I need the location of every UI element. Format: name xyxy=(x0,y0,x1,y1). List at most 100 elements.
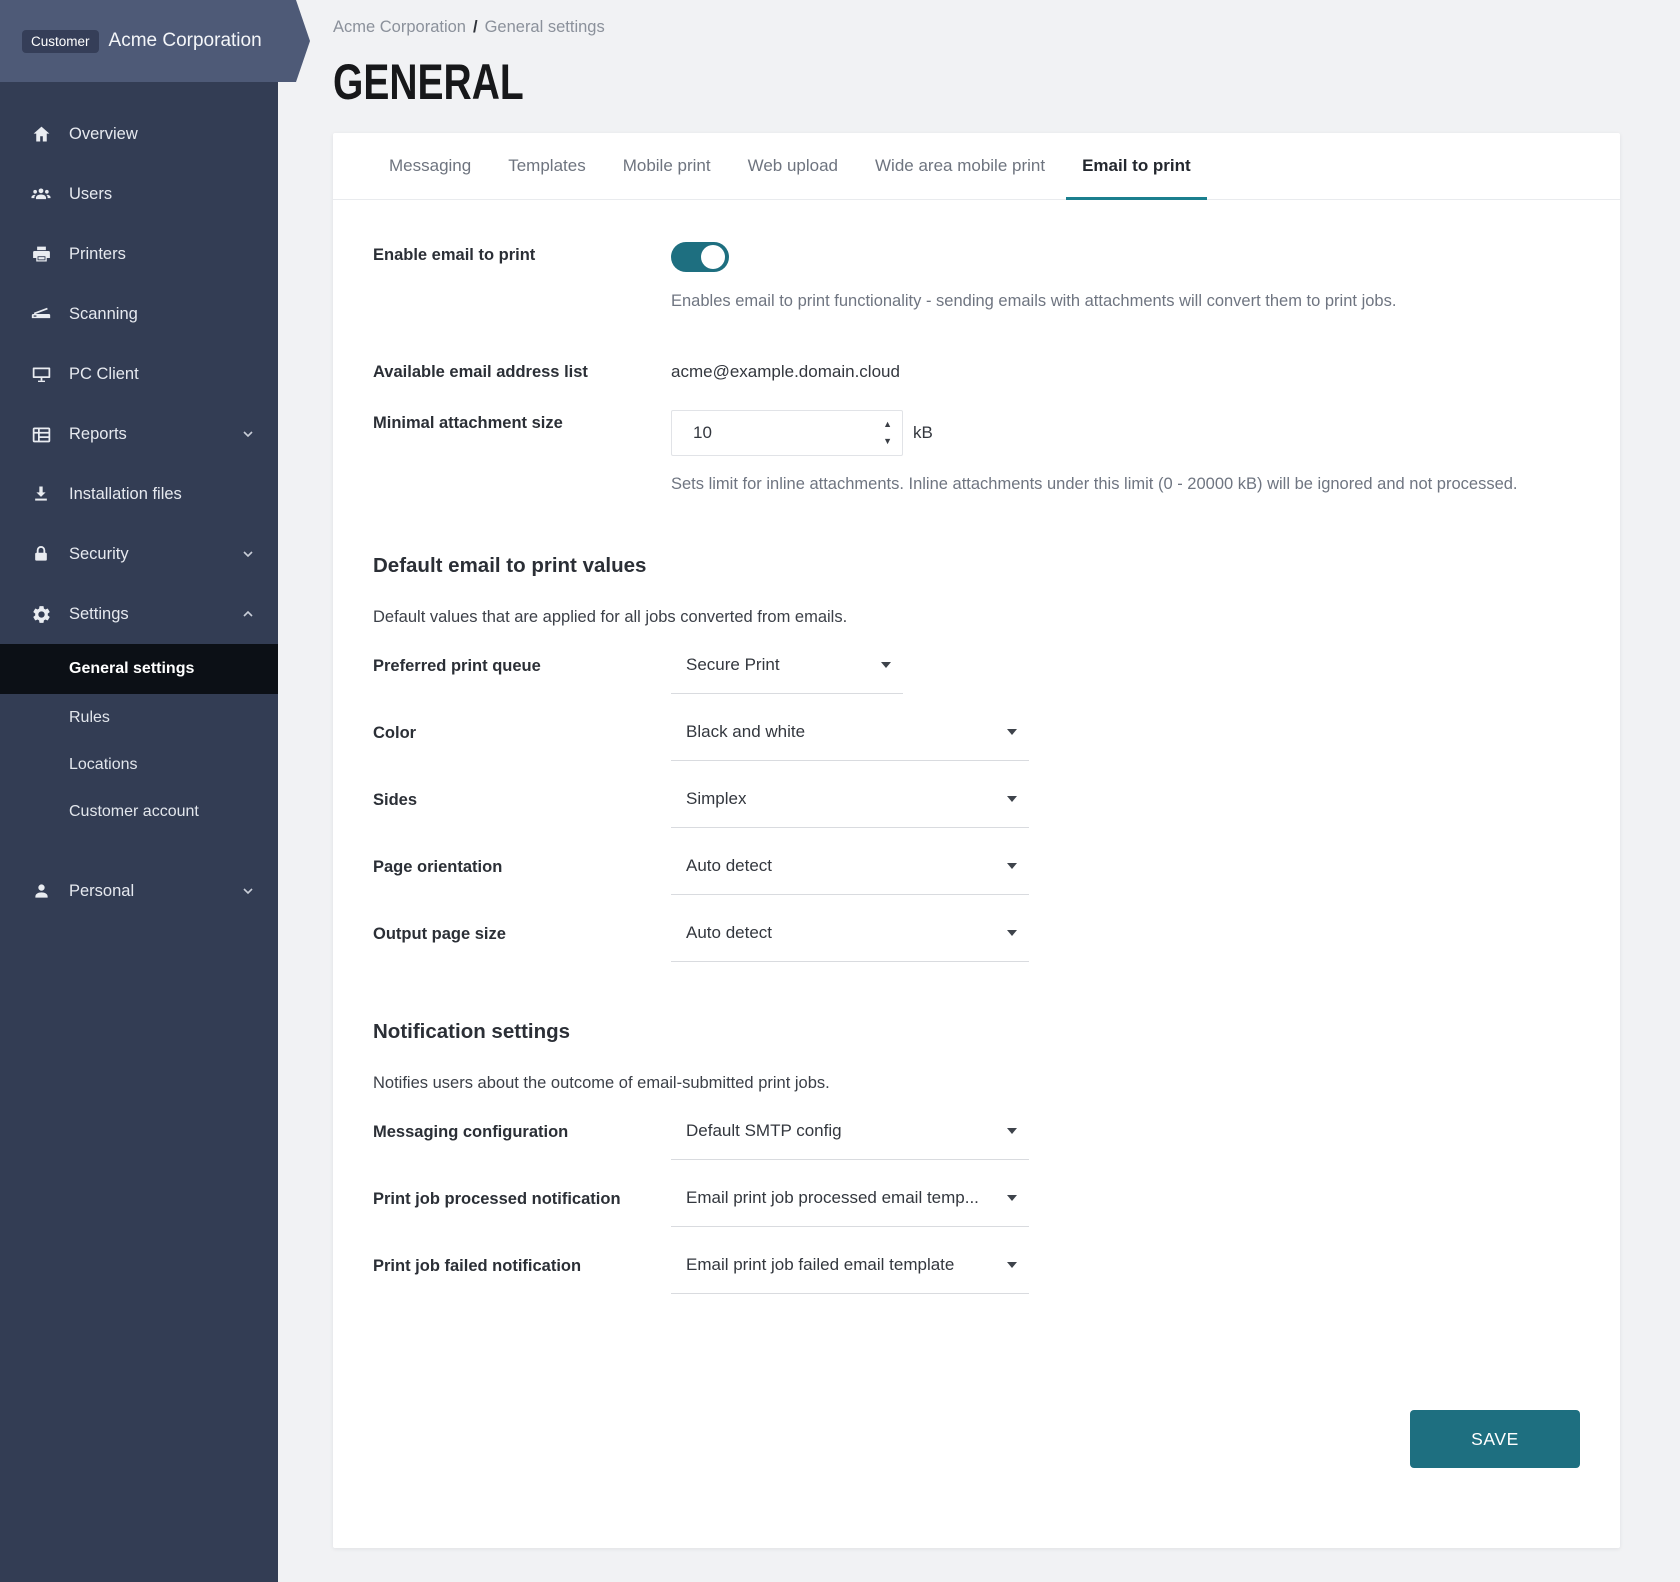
sidebar-subitem-label: Customer account xyxy=(69,803,199,821)
field-label: Minimal attachment size xyxy=(373,410,671,434)
sides-row: Sides Simplex xyxy=(373,787,1580,828)
sidebar-item-label: Reports xyxy=(69,425,240,444)
messaging-configuration-row: Messaging configuration Default SMTP con… xyxy=(373,1119,1580,1160)
download-icon xyxy=(30,483,52,505)
tab-messaging[interactable]: Messaging xyxy=(373,133,487,199)
sidebar-item-printers[interactable]: Printers xyxy=(0,224,278,284)
settings-card: Messaging Templates Mobile print Web upl… xyxy=(333,133,1620,1548)
enable-email-to-print-row: Enable email to print Enables email to p… xyxy=(373,242,1580,313)
messaging-configuration-select[interactable]: Default SMTP config xyxy=(671,1119,1029,1160)
users-icon xyxy=(30,183,52,205)
sidebar-item-overview[interactable]: Overview xyxy=(0,104,278,164)
field-description: Sets limit for inline attachments. Inlin… xyxy=(671,473,1580,497)
lock-icon xyxy=(30,543,52,565)
scanner-icon xyxy=(30,303,52,325)
page-orientation-row: Page orientation Auto detect xyxy=(373,854,1580,895)
sidebar-item-scanning[interactable]: Scanning xyxy=(0,284,278,344)
page-title: GENERAL xyxy=(333,53,524,111)
print-job-processed-select[interactable]: Email print job processed email temp... xyxy=(671,1186,1029,1227)
sidebar: Customer Acme Corporation Overview Users xyxy=(0,0,278,1582)
color-row: Color Black and white xyxy=(373,720,1580,761)
attachment-size-input[interactable] xyxy=(691,422,883,444)
print-job-failed-select[interactable]: Email print job failed email template xyxy=(671,1253,1029,1294)
sides-select[interactable]: Simplex xyxy=(671,787,1029,828)
sidebar-item-reports[interactable]: Reports xyxy=(0,404,278,464)
customer-name: Acme Corporation xyxy=(109,30,262,52)
person-icon xyxy=(30,880,52,902)
field-label: Page orientation xyxy=(373,854,671,878)
field-label: Print job failed notification xyxy=(373,1253,671,1277)
output-page-size-row: Output page size Auto detect xyxy=(373,921,1580,962)
sidebar-item-settings[interactable]: Settings xyxy=(0,584,278,644)
sidebar-nav: Overview Users Printers xyxy=(0,104,278,921)
sidebar-item-installation-files[interactable]: Installation files xyxy=(0,464,278,524)
sidebar-item-label: Overview xyxy=(69,125,256,144)
field-label: Available email address list xyxy=(373,359,671,383)
breadcrumb: Acme Corporation/General settings xyxy=(333,18,1620,37)
save-button[interactable]: SAVE xyxy=(1410,1410,1580,1468)
output-page-size-select[interactable]: Auto detect xyxy=(671,921,1029,962)
sidebar-subitem-locations[interactable]: Locations xyxy=(0,741,278,788)
field-label: Enable email to print xyxy=(373,242,671,266)
sidebar-item-label: Installation files xyxy=(69,485,256,504)
dropdown-caret-icon xyxy=(1007,796,1017,802)
tab-mobile-print[interactable]: Mobile print xyxy=(607,133,727,199)
field-label: Preferred print queue xyxy=(373,653,671,677)
sidebar-subitem-rules[interactable]: Rules xyxy=(0,694,278,741)
sidebar-subitem-label: Rules xyxy=(69,709,110,727)
tab-web-upload[interactable]: Web upload xyxy=(732,133,854,199)
preferred-print-queue-row: Preferred print queue Secure Print xyxy=(373,653,1580,694)
breadcrumb-current: General settings xyxy=(485,18,605,36)
email-address-value: acme@example.domain.cloud xyxy=(671,359,1580,382)
sidebar-item-label: Users xyxy=(69,185,256,204)
section-subtitle: Notifies users about the outcome of emai… xyxy=(373,1074,1580,1093)
sidebar-subitem-label: General settings xyxy=(69,660,194,678)
chevron-down-icon xyxy=(240,883,256,899)
chevron-down-icon xyxy=(240,546,256,562)
enable-email-to-print-toggle[interactable] xyxy=(671,242,729,272)
sidebar-item-label: Personal xyxy=(69,882,240,901)
field-label: Sides xyxy=(373,787,671,811)
sidebar-item-personal[interactable]: Personal xyxy=(0,861,278,921)
sidebar-item-security[interactable]: Security xyxy=(0,524,278,584)
preferred-print-queue-select[interactable]: Secure Print xyxy=(671,653,903,694)
number-stepper: ▲ ▼ xyxy=(883,420,892,446)
stepper-up-icon[interactable]: ▲ xyxy=(883,420,892,429)
unit-label: kB xyxy=(913,423,933,443)
sidebar-item-label: Scanning xyxy=(69,305,256,324)
field-label: Color xyxy=(373,720,671,744)
tab-templates[interactable]: Templates xyxy=(492,133,601,199)
dropdown-caret-icon xyxy=(1007,729,1017,735)
breadcrumb-customer[interactable]: Acme Corporation xyxy=(333,18,466,36)
tab-wide-area-mobile-print[interactable]: Wide area mobile print xyxy=(859,133,1061,199)
sidebar-item-label: Settings xyxy=(69,605,240,624)
sidebar-item-users[interactable]: Users xyxy=(0,164,278,224)
field-label: Print job processed notification xyxy=(373,1186,671,1210)
attachment-size-input-box: ▲ ▼ xyxy=(671,410,903,456)
sidebar-item-label: Printers xyxy=(69,245,256,264)
dropdown-caret-icon xyxy=(1007,1195,1017,1201)
sidebar-subitem-label: Locations xyxy=(69,756,138,774)
page-orientation-select[interactable]: Auto detect xyxy=(671,854,1029,895)
home-icon xyxy=(30,123,52,145)
sidebar-subitem-general-settings[interactable]: General settings xyxy=(0,644,278,694)
tab-bar: Messaging Templates Mobile print Web upl… xyxy=(333,133,1620,200)
stepper-down-icon[interactable]: ▼ xyxy=(883,437,892,446)
main-content: Acme Corporation/General settings GENERA… xyxy=(278,0,1680,1548)
sidebar-item-label: PC Client xyxy=(69,365,256,384)
customer-banner: Customer Acme Corporation xyxy=(0,0,310,82)
sidebar-item-pc-client[interactable]: PC Client xyxy=(0,344,278,404)
dropdown-caret-icon xyxy=(1007,1262,1017,1268)
field-description: Enables email to print functionality - s… xyxy=(671,290,1580,313)
print-job-processed-notification-row: Print job processed notification Email p… xyxy=(373,1186,1580,1227)
section-title-default-values: Default email to print values xyxy=(373,554,1580,578)
tab-email-to-print[interactable]: Email to print xyxy=(1066,133,1207,199)
customer-badge: Customer xyxy=(22,30,99,53)
print-job-failed-notification-row: Print job failed notification Email prin… xyxy=(373,1253,1580,1294)
printer-icon xyxy=(30,243,52,265)
dropdown-caret-icon xyxy=(1007,930,1017,936)
section-subtitle: Default values that are applied for all … xyxy=(373,608,1580,627)
sidebar-subitem-customer-account[interactable]: Customer account xyxy=(0,788,278,835)
sidebar-item-label: Security xyxy=(69,545,240,564)
color-select[interactable]: Black and white xyxy=(671,720,1029,761)
